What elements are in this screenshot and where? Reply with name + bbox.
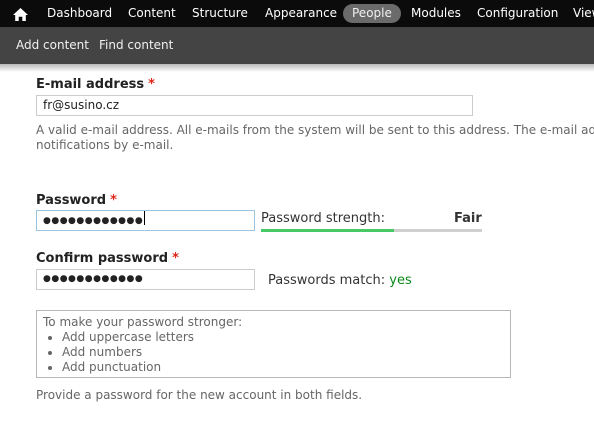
confirm-required-marker: * xyxy=(172,251,179,266)
passwords-match-label: Passwords match: xyxy=(268,273,386,288)
password-strength-bar xyxy=(261,229,482,232)
confirm-password-label-text: Confirm password xyxy=(36,251,169,266)
home-icon[interactable] xyxy=(13,6,28,21)
password-masked-value: ●●●●●●●●●●●● xyxy=(43,216,144,226)
email-label-text: E-mail address xyxy=(36,77,145,92)
email-description-line1: A valid e-mail address. All e-mails from… xyxy=(36,123,594,137)
admin-toolbar: Dashboard Content Structure Appearance P… xyxy=(0,0,594,27)
menu-view[interactable]: View xyxy=(564,4,594,23)
email-required-marker: * xyxy=(148,77,155,92)
menu-content[interactable]: Content xyxy=(119,4,185,23)
suggestion-item: Add uppercase letters xyxy=(62,330,504,345)
email-field[interactable]: fr@susino.cz xyxy=(36,95,473,116)
password-label-text: Password xyxy=(36,193,107,208)
shortcut-find-content[interactable]: Find content xyxy=(99,38,173,52)
password-suggestions: To make your password stronger: Add uppe… xyxy=(36,310,511,378)
menu-people[interactable]: People xyxy=(343,4,401,23)
confirm-password-field[interactable]: ●●●●●●●●●●●● xyxy=(36,269,255,290)
menu-appearance[interactable]: Appearance xyxy=(256,4,346,23)
suggestion-item: Add punctuation xyxy=(62,360,504,375)
password-strength-value: Fair xyxy=(454,211,482,226)
password-strength-label: Password strength: xyxy=(261,211,385,226)
password-description: Provide a password for the new account i… xyxy=(36,388,363,402)
password-required-marker: * xyxy=(110,193,117,208)
toolbar-shadow xyxy=(0,64,594,72)
password-label: Password * xyxy=(36,193,117,208)
shortcut-bar: Add content Find content xyxy=(0,27,594,64)
text-cursor xyxy=(144,211,146,225)
menu-modules[interactable]: Modules xyxy=(402,4,470,23)
password-field[interactable]: ●●●●●●●●●●●● xyxy=(36,210,255,231)
passwords-match-status: Passwords match: yes xyxy=(268,273,412,288)
email-description-line2: notifications by e-mail. xyxy=(36,138,174,152)
confirm-password-label: Confirm password * xyxy=(36,251,179,266)
menu-configuration[interactable]: Configuration xyxy=(468,4,567,23)
confirm-masked-value: ●●●●●●●●●●●● xyxy=(43,274,144,284)
menu-dashboard[interactable]: Dashboard xyxy=(38,4,121,23)
password-strength-fill xyxy=(261,229,394,232)
suggestion-item: Add numbers xyxy=(62,345,504,360)
menu-structure[interactable]: Structure xyxy=(183,4,257,23)
suggestions-heading: To make your password stronger: xyxy=(43,315,243,329)
email-label: E-mail address * xyxy=(36,77,155,92)
passwords-match-value: yes xyxy=(389,273,412,288)
suggestions-list: Add uppercase letters Add numbers Add pu… xyxy=(43,330,504,375)
shortcut-add-content[interactable]: Add content xyxy=(16,38,89,52)
